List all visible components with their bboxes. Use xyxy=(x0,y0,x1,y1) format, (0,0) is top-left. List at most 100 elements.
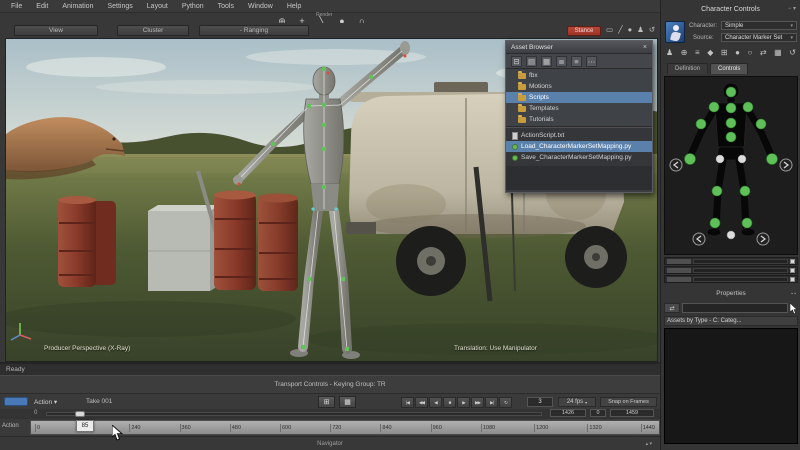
source-label: Source: xyxy=(693,35,714,41)
folder-tree-icon[interactable]: ⊟ xyxy=(511,56,522,67)
character-slot-row[interactable] xyxy=(664,266,798,274)
go-to-end-button[interactable]: ▶| xyxy=(485,397,498,408)
medium-icons-icon[interactable]: ≡ xyxy=(571,56,582,67)
folder-row[interactable]: Templates xyxy=(506,103,652,114)
file-row[interactable]: ActionScript.txt xyxy=(506,130,652,141)
timeline-tick: 840 xyxy=(380,424,391,432)
menu-item[interactable]: File xyxy=(4,3,29,10)
go-to-start-button[interactable]: |◀ xyxy=(401,397,414,408)
folder-row[interactable]: Tutorials xyxy=(506,114,652,125)
tab[interactable]: Controls xyxy=(710,63,748,74)
keyframe-button[interactable]: ⊞ xyxy=(318,396,335,408)
mirror-icon[interactable]: ⇄ xyxy=(760,48,767,57)
checkbox[interactable] xyxy=(790,277,795,282)
viewport-side-icons: ▭ ╱ ● ♟ ↺ xyxy=(606,25,655,34)
marker-icon[interactable]: ▭ xyxy=(606,25,613,34)
menu-item[interactable]: Python xyxy=(175,3,211,10)
snap-select[interactable]: Snap on Frames xyxy=(600,397,657,407)
play-reverse-button[interactable]: ◀ xyxy=(429,397,442,408)
settings-icon[interactable]: ↺ xyxy=(789,48,796,57)
folder-row[interactable]: fbx xyxy=(506,70,652,81)
next-key-button[interactable]: ▶▶ xyxy=(471,397,484,408)
folder-row[interactable]: Scripts xyxy=(506,92,652,103)
folder-icon xyxy=(518,95,526,101)
thumbnail-view-icon[interactable]: ▤ xyxy=(526,56,537,67)
navigator-corner-icon[interactable]: ▴ ▾ xyxy=(646,441,652,447)
take-tab[interactable]: Action ▾ xyxy=(34,398,57,406)
range-start-field[interactable]: 1426 xyxy=(550,409,586,417)
properties-content[interactable] xyxy=(664,328,798,444)
scrollbar-handle[interactable] xyxy=(75,411,85,417)
take-name[interactable]: Take 001 xyxy=(86,398,112,405)
pen-icon[interactable]: ╱ xyxy=(618,25,623,34)
file-icon xyxy=(512,144,518,150)
folder-row[interactable]: Motions xyxy=(506,81,652,92)
stance-button[interactable]: Stance xyxy=(567,26,601,36)
fk-icon[interactable]: ○ xyxy=(748,48,753,57)
menu-item[interactable]: Animation xyxy=(55,3,100,10)
range-end-field[interactable]: 1459 xyxy=(610,409,654,417)
viewport-tab[interactable]: - Ranging xyxy=(199,25,309,36)
take-badge[interactable] xyxy=(4,397,28,406)
large-icons-icon[interactable]: ⋯ xyxy=(586,56,597,67)
menu-item[interactable]: Help xyxy=(280,3,308,10)
search-input[interactable] xyxy=(682,303,788,313)
transport-controls-bar: Transport Controls - Keying Group: TR xyxy=(0,375,660,393)
navigator-bar[interactable]: Navigator ▴ ▾ xyxy=(0,436,660,450)
undo-icon[interactable]: ↺ xyxy=(649,25,655,34)
character-select[interactable]: Simple ▾ xyxy=(721,21,797,30)
actor-icon[interactable]: ♟ xyxy=(637,25,644,34)
barrels-left[interactable] xyxy=(58,196,116,287)
barrels-right[interactable] xyxy=(214,191,298,292)
play-button[interactable]: ▶ xyxy=(457,397,470,408)
character-slot-row[interactable] xyxy=(664,257,798,265)
menu-item[interactable]: Window xyxy=(241,3,280,10)
previous-key-button[interactable]: ◀◀ xyxy=(415,397,428,408)
tab[interactable]: Definition xyxy=(667,63,708,74)
panel-menu-icon[interactable]: − ▾ xyxy=(788,5,796,12)
character-thumbnail[interactable] xyxy=(665,21,685,43)
asset-browser-titlebar[interactable]: Asset Browser × xyxy=(506,41,652,54)
character-slot-row[interactable] xyxy=(664,275,798,283)
crate-model[interactable] xyxy=(148,205,220,291)
panel-options-icon[interactable]: ▪ ▪ xyxy=(791,291,796,297)
menu-item[interactable]: Settings xyxy=(100,3,139,10)
skeleton-icon[interactable]: ≡ xyxy=(695,48,700,57)
current-frame-indicator[interactable]: 85 xyxy=(76,420,94,432)
checkbox[interactable] xyxy=(790,259,795,264)
viewport-tab[interactable]: Cluster xyxy=(117,25,189,36)
character-icon[interactable]: ♟ xyxy=(666,48,673,57)
character-map[interactable] xyxy=(664,76,798,255)
detail-view-icon[interactable]: ▦ xyxy=(541,56,552,67)
viewport-tab[interactable]: View xyxy=(14,25,98,36)
control-rig-icon[interactable]: ⊕ xyxy=(681,48,688,57)
ik-icon[interactable]: ● xyxy=(735,48,740,57)
current-frame-field[interactable]: 3 xyxy=(527,397,553,407)
stop-button[interactable]: ■ xyxy=(443,397,456,408)
source-select[interactable]: Character Marker Set ▾ xyxy=(721,33,797,42)
menu-item[interactable]: Layout xyxy=(140,3,175,10)
close-icon[interactable]: × xyxy=(643,44,647,51)
file-row[interactable]: Load_CharacterMarkerSetMapping.py xyxy=(506,141,652,152)
file-row[interactable]: Save_CharacterMarkerSetMapping.py xyxy=(506,152,652,163)
key-icon[interactable]: ⊞ xyxy=(721,48,728,57)
loop-button[interactable]: ↻ xyxy=(499,397,512,408)
small-icons-icon[interactable]: ≣ xyxy=(556,56,567,67)
dot-icon[interactable]: ● xyxy=(628,25,633,34)
asset-folder-tree: fbx Motions Scripts Templates xyxy=(506,69,652,126)
timeline-tick: 1440 xyxy=(641,424,655,432)
timeline-tick: 1200 xyxy=(534,424,548,432)
zero-key-button[interactable]: ▦ xyxy=(339,396,356,408)
snap-icon[interactable]: ▦ xyxy=(774,48,782,57)
checkbox[interactable] xyxy=(790,268,795,273)
character-controls-toolbar: ♟ ⊕ ≡ ◆ ⊞ ● ○ ⇄ ▦ ↺ xyxy=(663,48,799,57)
filter-toggle-button[interactable]: ⇄ xyxy=(664,303,680,313)
assets-filter-row[interactable]: Assets by Type - C: Categ... xyxy=(664,316,798,326)
timeline-scrollbar[interactable] xyxy=(46,412,542,416)
plot-icon[interactable]: ◆ xyxy=(707,48,713,57)
menu-item[interactable]: Edit xyxy=(29,3,55,10)
menu-item[interactable]: Tools xyxy=(211,3,241,10)
range-mid-field[interactable]: 0 xyxy=(590,409,606,417)
timeline-ruler[interactable]: 0120240360480600720840960108012001320144… xyxy=(30,420,660,435)
fps-select[interactable]: 24 fps▾ xyxy=(558,397,596,407)
